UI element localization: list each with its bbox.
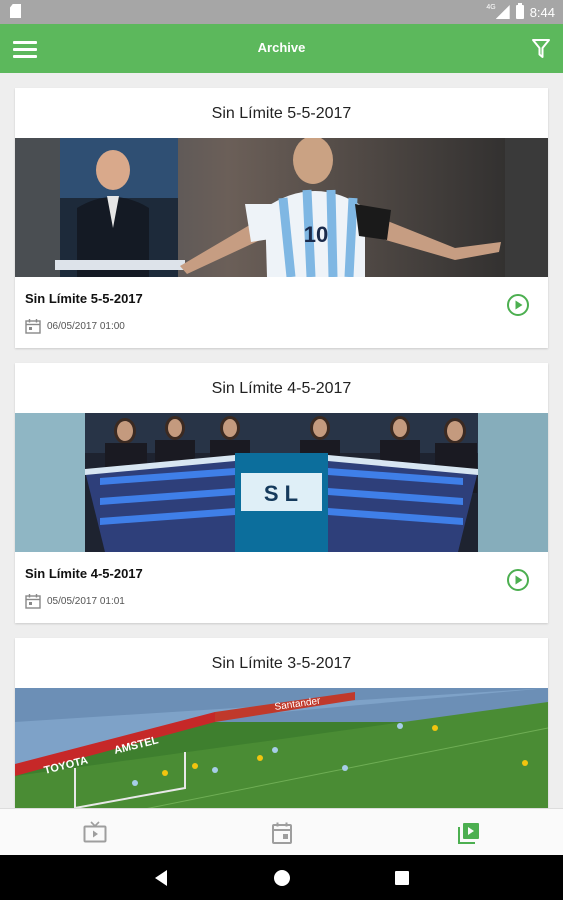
episode-date: 05/05/2017 01:01 [25, 594, 125, 609]
card-title: Sin Límite 3-5-2017 [211, 655, 352, 672]
sd-card-icon [10, 4, 21, 18]
calendar-icon [25, 319, 41, 334]
network-type: 4G [486, 4, 496, 11]
archive-card[interactable]: Sin Límite 3-5-2017 TOYOTA AMSTEL Santan… [15, 638, 548, 808]
date-text: 05/05/2017 01:01 [47, 596, 125, 607]
play-circle-icon[interactable] [506, 568, 530, 592]
home-icon[interactable] [272, 868, 292, 888]
card-title: Sin Límite 4-5-2017 [211, 380, 352, 397]
calendar-icon[interactable] [270, 821, 294, 845]
episode-date: 06/05/2017 01:00 [25, 319, 125, 334]
video-library-icon[interactable] [457, 821, 481, 845]
play-circle-icon[interactable] [506, 293, 530, 317]
video-thumbnail[interactable]: 10 [15, 138, 548, 277]
filter-funnel-icon[interactable] [531, 38, 551, 60]
back-icon[interactable] [152, 868, 172, 888]
status-bar: 4G 8:44 [0, 0, 563, 24]
page-title: Archive [257, 40, 306, 55]
video-thumbnail[interactable]: S L [15, 413, 548, 552]
recent-apps-icon[interactable] [392, 868, 412, 888]
archive-card[interactable]: Sin Límite 4-5-2017 S L Sin Límite 4-5-2… [15, 363, 548, 623]
archive-card[interactable]: Sin Límite 5-5-2017 10 Sin Límite 5-5-20… [15, 88, 548, 348]
tv-icon[interactable] [83, 821, 107, 845]
bottom-navigation [0, 808, 563, 855]
svg-text:S L: S L [264, 481, 298, 506]
calendar-icon [25, 594, 41, 609]
card-title: Sin Límite 5-5-2017 [211, 105, 352, 122]
episode-name: Sin Límite 5-5-2017 [25, 291, 143, 306]
svg-text:10: 10 [304, 222, 328, 247]
archive-screen: 4G 8:44 Archive Sin Límite 5-5-2017 10 S… [0, 0, 563, 900]
video-thumbnail[interactable]: TOYOTA AMSTEL Santander [15, 688, 548, 808]
system-navigation-bar [0, 855, 563, 900]
episode-name: Sin Límite 4-5-2017 [25, 566, 143, 581]
signal-icon [495, 5, 510, 19]
battery-icon [515, 3, 524, 19]
archive-list[interactable]: Sin Límite 5-5-2017 10 Sin Límite 5-5-20… [0, 73, 563, 808]
clock: 8:44 [529, 4, 555, 20]
app-bar: Archive [0, 24, 563, 73]
date-text: 06/05/2017 01:00 [47, 321, 125, 332]
